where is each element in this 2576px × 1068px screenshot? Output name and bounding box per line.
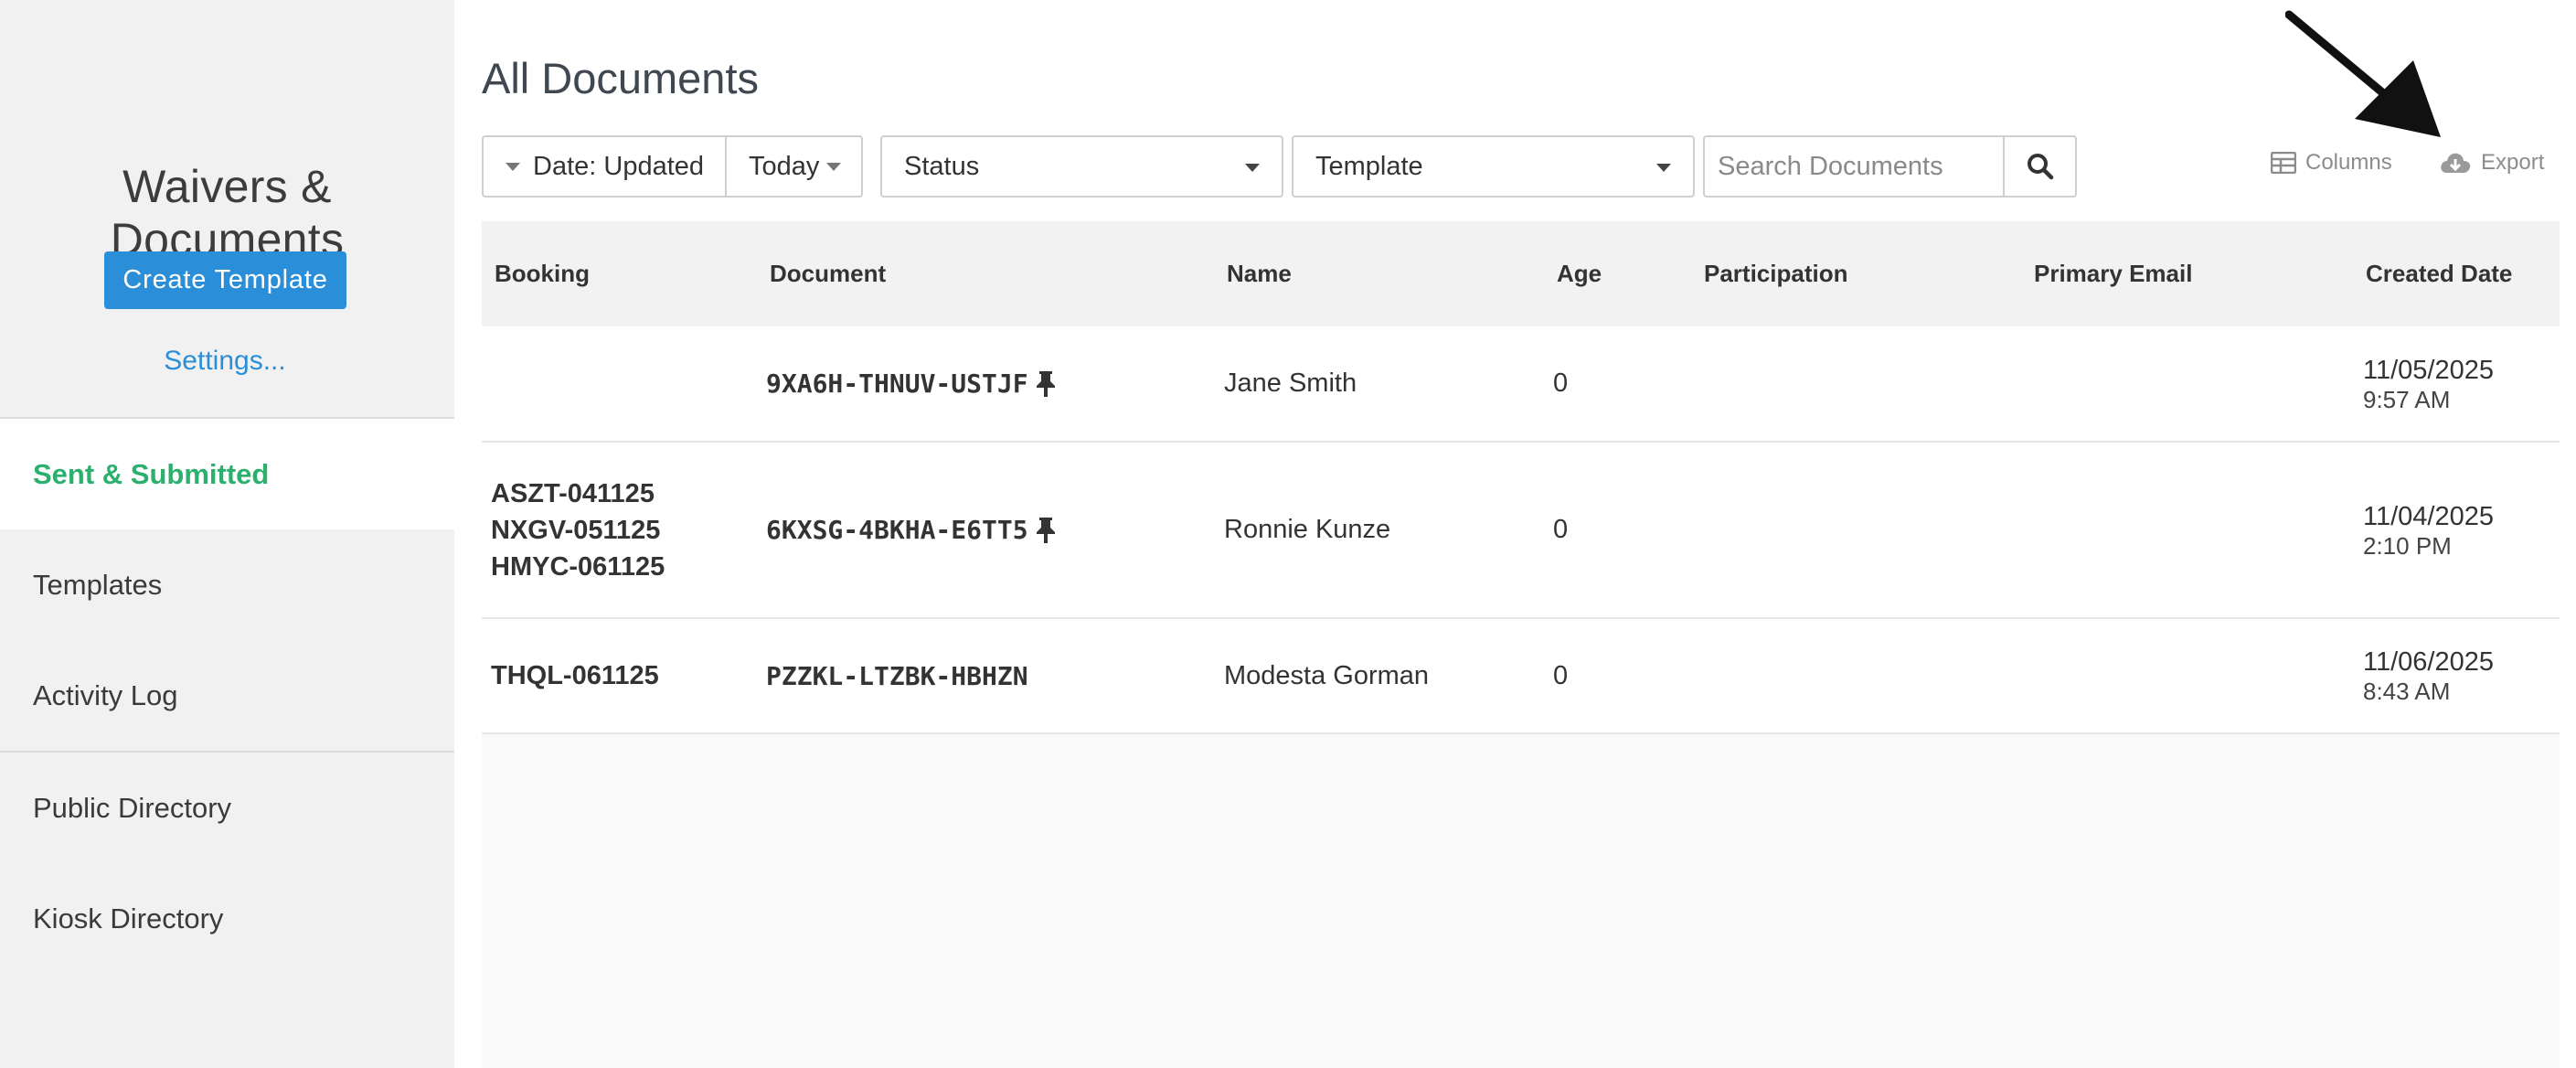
created-date: 11/04/2025	[2363, 501, 2494, 531]
booking-cell: THQL-061125	[491, 619, 659, 732]
created-date-cell: 11/04/2025 2:10 PM	[2363, 443, 2494, 617]
age-cell: 0	[1553, 515, 1569, 544]
created-date-cell: 11/05/2025 9:57 AM	[2363, 326, 2494, 441]
created-time: 2:10 PM	[2363, 531, 2452, 560]
sidebar-item-sent-submitted[interactable]: Sent & Submitted	[0, 419, 454, 529]
created-date: 11/05/2025	[2363, 355, 2494, 385]
created-time: 8:43 AM	[2363, 678, 2451, 705]
documents-table: Booking Document Name Age Participation …	[482, 221, 2560, 1068]
export-button[interactable]: Export	[2439, 150, 2544, 176]
settings-link[interactable]: Settings...	[0, 346, 450, 377]
table-row[interactable]: THQL-061125 PZZKL-LTZBK-HBHZN Modesta Go…	[482, 619, 2560, 734]
create-template-button[interactable]: Create Template	[104, 251, 346, 309]
booking-link[interactable]: NXGV-051125	[491, 512, 660, 549]
name-cell: Modesta Gorman	[1224, 660, 1430, 690]
created-date: 11/06/2025	[2363, 647, 2494, 677]
caret-down-icon	[506, 162, 520, 171]
age-cell: 0	[1553, 368, 1569, 398]
document-cell[interactable]: PZZKL-LTZBK-HBHZN	[766, 619, 1028, 732]
search-box	[1703, 135, 2077, 198]
pin-icon	[1036, 517, 1056, 544]
caret-down-icon	[1245, 164, 1260, 172]
columns-icon	[2271, 152, 2296, 174]
caret-down-icon	[826, 162, 842, 171]
column-header-booking[interactable]: Booking	[495, 221, 590, 326]
name-cell: Ronnie Kunze	[1224, 515, 1391, 544]
booking-link[interactable]: THQL-061125	[491, 657, 659, 694]
sidebar-item-kiosk-directory[interactable]: Kiosk Directory	[0, 863, 454, 974]
document-cell[interactable]: 9XA6H-THNUV-USTJF	[766, 326, 1056, 441]
booking-link[interactable]: HMYC-061125	[491, 549, 665, 585]
column-header-created-date[interactable]: Created Date	[2366, 221, 2512, 326]
name-cell: Jane Smith	[1224, 368, 1357, 398]
column-header-age[interactable]: Age	[1557, 221, 1602, 326]
table-row[interactable]: ASZT-041125 NXGV-051125 HMYC-061125 6KXS…	[482, 443, 2560, 619]
document-code: 9XA6H-THNUV-USTJF	[766, 368, 1028, 399]
age-cell: 0	[1553, 660, 1569, 690]
column-header-document[interactable]: Document	[770, 221, 886, 326]
template-select-label: Template	[1315, 151, 1423, 181]
booking-cell: ASZT-041125 NXGV-051125 HMYC-061125	[491, 443, 665, 617]
arrow-annotation	[2285, 10, 2441, 137]
sidebar: Waivers & Documents Create Template Sett…	[0, 0, 454, 1068]
sidebar-item-templates[interactable]: Templates	[0, 529, 454, 640]
date-range-dropdown[interactable]: Today	[727, 137, 861, 196]
date-filter-group: Date: Updated Today	[482, 135, 863, 198]
sidebar-nav: Sent & Submitted Templates Activity Log …	[0, 417, 454, 974]
created-time: 9:57 AM	[2363, 385, 2451, 413]
column-header-name[interactable]: Name	[1227, 221, 1292, 326]
export-label: Export	[2481, 150, 2545, 175]
sidebar-item-public-directory[interactable]: Public Directory	[0, 753, 454, 863]
status-select[interactable]: Status	[880, 135, 1283, 198]
table-header: Booking Document Name Age Participation …	[482, 221, 2560, 326]
date-field-label: Date: Updated	[533, 151, 705, 181]
columns-button[interactable]: Columns	[2271, 150, 2392, 176]
caret-down-icon	[1656, 164, 1671, 172]
sidebar-item-activity-log[interactable]: Activity Log	[0, 640, 454, 751]
columns-label: Columns	[2305, 150, 2392, 175]
pin-icon	[1036, 370, 1056, 398]
document-code: PZZKL-LTZBK-HBHZN	[766, 660, 1028, 691]
booking-link[interactable]: ASZT-041125	[491, 475, 655, 512]
cloud-download-icon	[2441, 153, 2471, 173]
page-title: All Documents	[482, 54, 759, 102]
date-field-dropdown[interactable]: Date: Updated	[484, 137, 727, 196]
created-date-cell: 11/06/2025 8:43 AM	[2363, 619, 2494, 732]
search-button[interactable]	[2003, 137, 2075, 196]
search-input[interactable]	[1705, 137, 2003, 196]
search-icon	[2027, 154, 2053, 180]
template-select[interactable]: Template	[1292, 135, 1695, 198]
date-range-label: Today	[749, 151, 820, 181]
status-select-label: Status	[904, 151, 980, 181]
document-cell[interactable]: 6KXSG-4BKHA-E6TT5	[766, 443, 1056, 617]
column-header-participation[interactable]: Participation	[1704, 221, 1847, 326]
sidebar-title: Waivers & Documents	[110, 161, 345, 265]
column-header-primary-email[interactable]: Primary Email	[2034, 221, 2192, 326]
table-row[interactable]: 9XA6H-THNUV-USTJF Jane Smith 0 11/05/202…	[482, 326, 2560, 443]
document-code: 6KXSG-4BKHA-E6TT5	[766, 515, 1028, 545]
